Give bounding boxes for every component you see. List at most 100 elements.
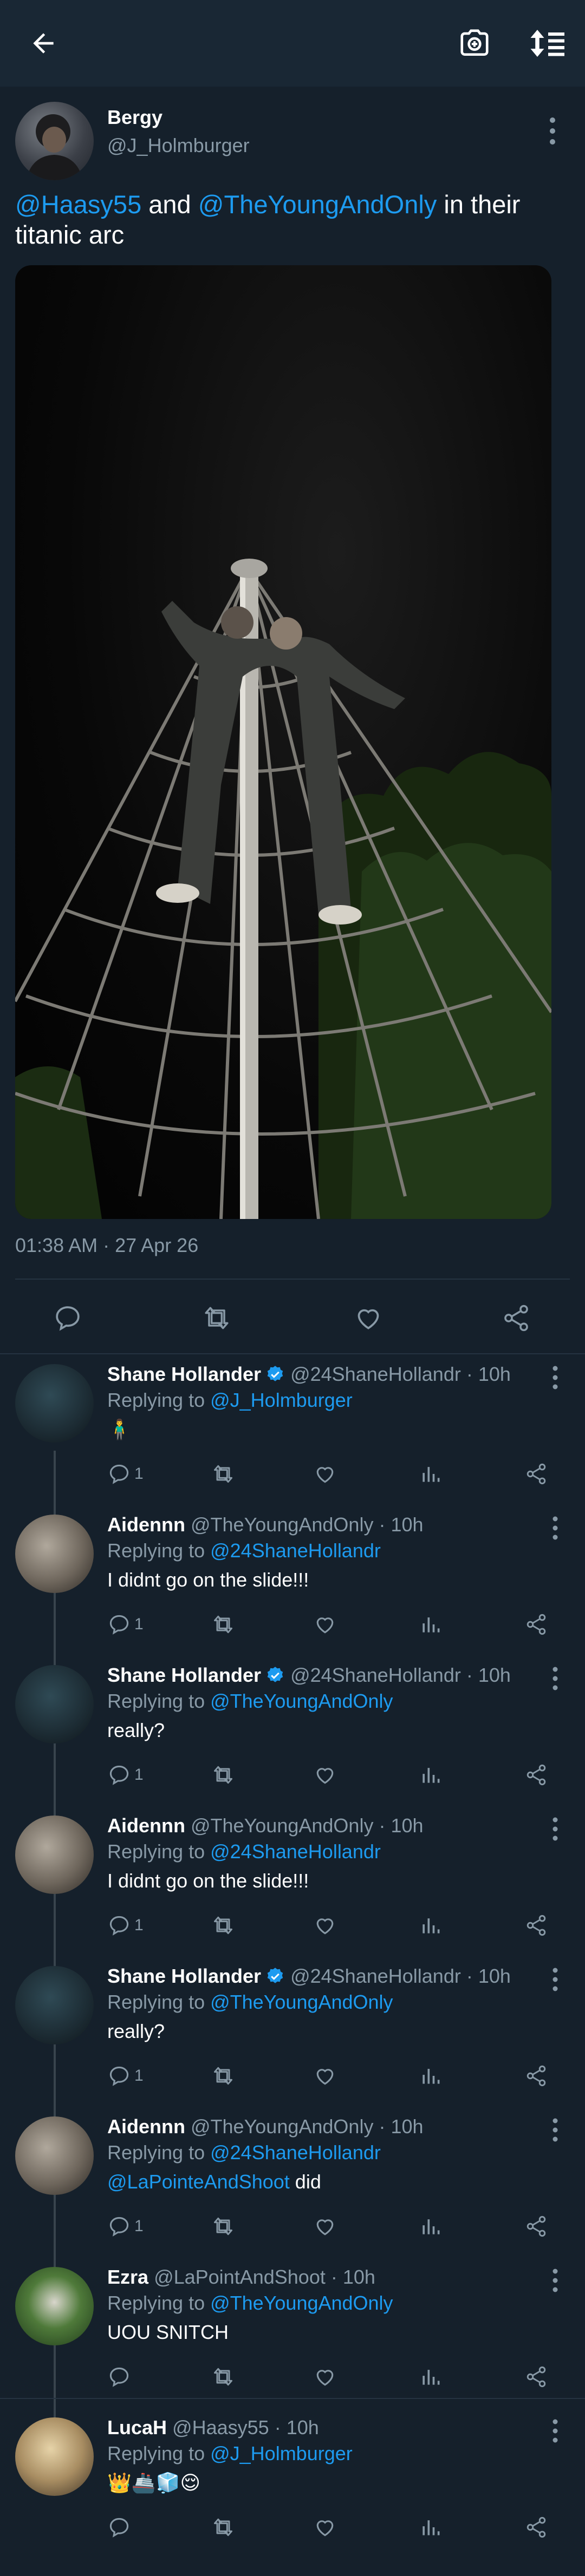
mention-link[interactable]: @Haasy55 <box>15 190 141 219</box>
retweet-button[interactable] <box>210 2514 236 2541</box>
analytics-button[interactable] <box>419 1761 443 1788</box>
sort-button[interactable] <box>526 22 570 65</box>
reply-button[interactable] <box>107 2363 134 2390</box>
reply-button[interactable]: 1 <box>107 1460 144 1487</box>
mention-link[interactable]: @LaPointeAndShoot <box>107 2171 290 2193</box>
back-button[interactable] <box>22 22 65 65</box>
reply-tweet[interactable]: Aidennn @TheYoungAndOnly · 10h Replying … <box>0 2100 585 2251</box>
replying-to-link[interactable]: @TheYoungAndOnly <box>210 1991 393 2013</box>
reply-button[interactable]: 1 <box>107 1611 144 1638</box>
reply-tweet[interactable]: Shane Hollander @24ShaneHollandr · 10h R… <box>0 1950 585 2100</box>
reply-button[interactable]: 1 <box>107 1912 144 1939</box>
analytics-button[interactable] <box>419 2363 443 2390</box>
reply-button[interactable]: 1 <box>107 1761 144 1788</box>
analytics-button[interactable] <box>419 1912 443 1939</box>
avatar[interactable] <box>15 1815 94 1894</box>
more-options-button[interactable] <box>547 1815 563 1843</box>
reply-button[interactable]: 1 <box>107 2213 144 2240</box>
author-handle[interactable]: @TheYoungAndOnly <box>191 1513 373 1536</box>
share-button[interactable] <box>524 1611 548 1638</box>
author-handle[interactable]: @Haasy55 <box>172 2416 269 2439</box>
reply-tweet[interactable]: Aidennn @TheYoungAndOnly · 10h Replying … <box>0 1799 585 1950</box>
retweet-button[interactable] <box>210 1611 236 1638</box>
share-button[interactable] <box>497 1299 535 1337</box>
like-button[interactable] <box>313 1912 337 1939</box>
replying-to-link[interactable]: @J_Holmburger <box>210 1389 353 1411</box>
more-options-button[interactable] <box>547 1966 563 1993</box>
author-handle[interactable]: @J_Holmburger <box>107 134 250 157</box>
author-name[interactable]: Shane Hollander <box>107 1363 261 1385</box>
retweet-button[interactable] <box>210 1912 236 1939</box>
reply-button[interactable]: 1 <box>107 2062 144 2089</box>
camera-button[interactable] <box>453 22 496 65</box>
replying-to-link[interactable]: @J_Holmburger <box>210 2442 353 2464</box>
author-handle[interactable]: @24ShaneHollandr <box>290 1363 461 1385</box>
author-name[interactable]: Aidennn <box>107 1814 185 1837</box>
reply-tweet[interactable]: Shane Hollander @24ShaneHollandr · 10h R… <box>0 1348 585 1498</box>
retweet-button[interactable] <box>210 2363 236 2390</box>
like-button[interactable] <box>313 2514 337 2541</box>
more-options-button[interactable] <box>547 2417 563 2444</box>
mention-link[interactable]: @TheYoungAndOnly <box>198 190 437 219</box>
reply-button[interactable] <box>107 2514 134 2541</box>
reply-button[interactable] <box>49 1299 87 1337</box>
replying-to-link[interactable]: @TheYoungAndOnly <box>210 1690 393 1712</box>
like-button[interactable] <box>349 1299 387 1337</box>
reply-tweet[interactable]: Aidennn @TheYoungAndOnly · 10h Replying … <box>0 1498 585 1649</box>
reply-tweet[interactable]: Ezra @LaPointAndShoot · 10h Replying to … <box>0 2251 585 2401</box>
like-button[interactable] <box>313 2363 337 2390</box>
analytics-button[interactable] <box>419 1611 443 1638</box>
author-name[interactable]: Bergy <box>107 106 162 129</box>
more-options-button[interactable] <box>547 2267 563 2294</box>
analytics-button[interactable] <box>419 2062 443 2089</box>
retweet-button[interactable] <box>198 1299 236 1337</box>
replying-to-link[interactable]: @24ShaneHollandr <box>210 1539 381 1562</box>
replying-to-link[interactable]: @24ShaneHollandr <box>210 1840 381 1863</box>
like-button[interactable] <box>313 1761 337 1788</box>
author-name[interactable]: LucaH <box>107 2416 167 2439</box>
more-options-button[interactable] <box>547 115 558 147</box>
share-button[interactable] <box>524 1460 548 1487</box>
author-handle[interactable]: @24ShaneHollandr <box>290 1965 461 1987</box>
author-name[interactable]: Shane Hollander <box>107 1664 261 1686</box>
more-options-button[interactable] <box>547 1515 563 1542</box>
more-options-button[interactable] <box>547 1665 563 1692</box>
share-button[interactable] <box>524 1761 548 1788</box>
author-name[interactable]: Aidennn <box>107 2115 185 2138</box>
avatar[interactable] <box>15 1966 94 2044</box>
avatar[interactable] <box>15 2116 94 2195</box>
tweet-photo[interactable] <box>15 265 551 1219</box>
like-button[interactable] <box>313 2062 337 2089</box>
author-handle[interactable]: @TheYoungAndOnly <box>191 1814 373 1837</box>
author-name[interactable]: Ezra <box>107 2266 148 2288</box>
share-button[interactable] <box>524 1912 548 1939</box>
share-button[interactable] <box>524 2363 548 2390</box>
reply-tweet[interactable]: LucaH @Haasy55 · 10h Replying to @J_Holm… <box>0 2401 585 2552</box>
avatar[interactable] <box>15 1515 94 1593</box>
author-handle[interactable]: @24ShaneHollandr <box>290 1664 461 1686</box>
like-button[interactable] <box>313 1611 337 1638</box>
avatar[interactable] <box>15 1364 94 1443</box>
share-button[interactable] <box>524 2213 548 2240</box>
retweet-button[interactable] <box>210 2062 236 2089</box>
more-options-button[interactable] <box>547 2116 563 2144</box>
author-name[interactable]: Aidennn <box>107 1513 185 1536</box>
more-options-button[interactable] <box>547 1364 563 1391</box>
replying-to-link[interactable]: @TheYoungAndOnly <box>210 2292 393 2314</box>
avatar[interactable] <box>15 2417 94 2496</box>
author-handle[interactable]: @TheYoungAndOnly <box>191 2115 373 2138</box>
retweet-button[interactable] <box>210 1761 236 1788</box>
like-button[interactable] <box>313 1460 337 1487</box>
analytics-button[interactable] <box>419 2514 443 2541</box>
avatar[interactable] <box>15 102 94 180</box>
analytics-button[interactable] <box>419 1460 443 1487</box>
author-name[interactable]: Shane Hollander <box>107 1965 261 1987</box>
retweet-button[interactable] <box>210 1460 236 1487</box>
reply-tweet[interactable]: Shane Hollander @24ShaneHollandr · 10h R… <box>0 1649 585 1799</box>
avatar[interactable] <box>15 1665 94 1743</box>
retweet-button[interactable] <box>210 2213 236 2240</box>
share-button[interactable] <box>524 2514 548 2541</box>
replying-to-link[interactable]: @24ShaneHollandr <box>210 2141 381 2164</box>
like-button[interactable] <box>313 2213 337 2240</box>
author-handle[interactable]: @LaPointAndShoot <box>154 2266 326 2288</box>
